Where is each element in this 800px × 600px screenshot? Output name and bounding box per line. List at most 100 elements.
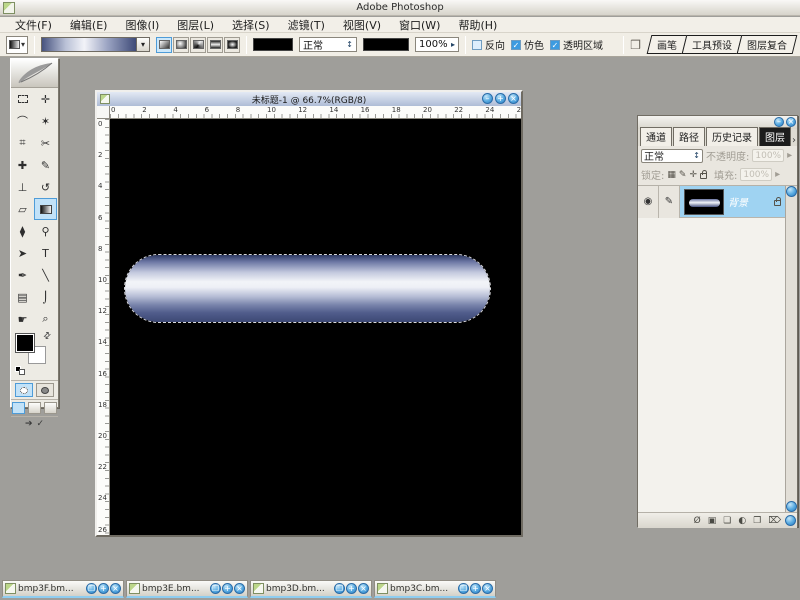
default-colors-icon[interactable] (15, 366, 26, 376)
footer-scroll-knob[interactable] (785, 515, 796, 526)
gradient-picker-arrow[interactable]: ▾ (137, 37, 150, 52)
jump-to-imageready-button[interactable]: ➔ ✓ (11, 416, 58, 431)
file-browser-icon[interactable]: ❒ (630, 38, 641, 52)
dodge-tool[interactable]: ⚲ (34, 220, 57, 242)
adjustment-layer-button[interactable]: ◐ (738, 516, 746, 526)
radial-gradient-button[interactable] (173, 37, 189, 53)
menu-help[interactable]: 帮助(H) (449, 16, 506, 34)
magic-wand-tool[interactable]: ✶ (34, 110, 57, 132)
layer-row-background[interactable]: ◉ ✎ 背景 (638, 186, 785, 218)
layer-opacity-value[interactable]: 100% (752, 149, 784, 162)
transparency-checkbox[interactable]: ✓ (550, 40, 560, 50)
maximize-button[interactable]: + (495, 93, 506, 104)
close-button[interactable]: × (234, 583, 245, 594)
minimized-window-bmp3F[interactable]: bmp3F.bm... ❐ + × (2, 580, 124, 598)
minimize-button[interactable]: – (482, 93, 493, 104)
minimized-window-bmp3D[interactable]: bmp3D.bm... ❐ + × (250, 580, 372, 598)
tab-overflow-icon[interactable]: › (792, 135, 799, 146)
reverse-checkbox[interactable] (472, 40, 482, 50)
close-button[interactable]: × (358, 583, 369, 594)
lasso-tool[interactable]: ⌒ (11, 110, 34, 132)
menu-window[interactable]: 窗口(W) (390, 16, 449, 34)
menu-select[interactable]: 选择(S) (223, 16, 279, 34)
tab-tool-presets[interactable]: 工具预设 (682, 35, 743, 54)
tab-channels[interactable]: 通道 (640, 127, 672, 146)
standard-mode-button[interactable] (15, 383, 33, 397)
menu-layer[interactable]: 图层(L) (168, 16, 223, 34)
pen-tool[interactable]: ✒ (11, 264, 34, 286)
layer-blend-mode-dropdown[interactable]: 正常 ↕ (641, 149, 703, 163)
brush-tool[interactable]: ✎ (34, 154, 57, 176)
lock-image-icon[interactable]: ✎ (679, 170, 687, 180)
panel-scrollbar[interactable] (785, 186, 797, 512)
blend-mode-dropdown[interactable]: 正常 ↕ (299, 37, 357, 52)
slice-tool[interactable]: ✂ (34, 132, 57, 154)
blur-tool[interactable]: ⧫ (11, 220, 34, 242)
diamond-gradient-button[interactable] (224, 37, 240, 53)
path-selection-tool[interactable]: ➤ (11, 242, 34, 264)
notes-tool[interactable]: ▤ (11, 286, 34, 308)
gradient-preview[interactable] (41, 37, 137, 52)
dither-checkbox[interactable]: ✓ (511, 40, 521, 50)
gradient-picker[interactable]: ▾ (41, 37, 150, 52)
tool-preset-picker[interactable]: ▾ (6, 36, 28, 54)
fullscreen-button[interactable] (44, 402, 57, 414)
gradient-tool-selected[interactable] (34, 198, 57, 220)
new-group-button[interactable]: ❏ (723, 516, 731, 526)
menu-file[interactable]: 文件(F) (6, 16, 61, 34)
layer-fill-value[interactable]: 100% (740, 168, 772, 181)
reflected-gradient-button[interactable] (207, 37, 223, 53)
menu-filter[interactable]: 滤镜(T) (279, 16, 334, 34)
restore-button[interactable]: ❐ (86, 583, 97, 594)
menu-view[interactable]: 视图(V) (334, 16, 390, 34)
layer-thumbnail[interactable] (684, 189, 724, 215)
maximize-button[interactable]: + (98, 583, 109, 594)
hand-tool[interactable]: ☛ (11, 308, 34, 330)
lock-transparent-icon[interactable]: ▦ (667, 170, 676, 180)
panel-minimize-button[interactable]: – (774, 117, 784, 127)
standard-screen-button[interactable] (12, 402, 25, 414)
opacity-field[interactable]: 100% ▸ (415, 37, 459, 52)
shape-tool[interactable]: ╲ (34, 264, 57, 286)
menu-image[interactable]: 图像(I) (116, 16, 168, 34)
eyedropper-tool[interactable]: ⌡ (34, 286, 57, 308)
lock-all-icon[interactable] (700, 173, 707, 179)
maximize-button[interactable]: + (470, 583, 481, 594)
scroll-down-knob[interactable] (786, 501, 797, 512)
angle-gradient-button[interactable] (190, 37, 206, 53)
tab-paths[interactable]: 路径 (673, 127, 705, 146)
layer-name[interactable]: 背景 (728, 194, 774, 209)
foreground-color-swatch[interactable] (16, 334, 34, 352)
panel-close-button[interactable]: × (786, 117, 796, 127)
add-mask-button[interactable]: ▣ (708, 516, 717, 526)
tab-layer-comps[interactable]: 图层复合 (737, 35, 798, 54)
close-button[interactable]: × (508, 93, 519, 104)
restore-button[interactable]: ❐ (210, 583, 221, 594)
swap-colors-icon[interactable]: ⇄ (42, 330, 54, 342)
zoom-tool[interactable]: ⌕ (34, 308, 57, 330)
clone-stamp-tool[interactable]: ⊥ (11, 176, 34, 198)
lock-position-icon[interactable]: ✛ (689, 170, 697, 180)
document-titlebar[interactable]: 未标题-1 @ 66.7%(RGB/8) – + × (97, 92, 521, 106)
close-button[interactable]: × (110, 583, 121, 594)
scroll-up-knob[interactable] (786, 186, 797, 197)
close-button[interactable]: × (482, 583, 493, 594)
linear-gradient-button[interactable] (156, 37, 172, 53)
minimized-window-bmp3C[interactable]: bmp3C.bm... ❐ + × (374, 580, 496, 598)
fullscreen-menubar-button[interactable] (28, 402, 41, 414)
move-tool[interactable]: ✛ (34, 88, 57, 110)
restore-button[interactable]: ❐ (334, 583, 345, 594)
crop-tool[interactable]: ⌗ (11, 132, 34, 154)
history-brush-tool[interactable]: ↺ (34, 176, 57, 198)
tab-layers[interactable]: 图层 (759, 127, 791, 146)
layer-visibility-toggle[interactable]: ◉ (638, 186, 659, 218)
quick-mask-mode-button[interactable] (36, 383, 54, 397)
type-tool[interactable]: T (34, 242, 57, 264)
eraser-tool[interactable]: ▱ (11, 198, 34, 220)
minimized-window-bmp3E[interactable]: bmp3E.bm... ❐ + × (126, 580, 248, 598)
maximize-button[interactable]: + (222, 583, 233, 594)
delete-layer-button[interactable]: ⌦ (768, 516, 781, 526)
layer-style-button[interactable]: Ø (694, 516, 701, 526)
maximize-button[interactable]: + (346, 583, 357, 594)
tab-history[interactable]: 历史记录 (706, 127, 758, 146)
